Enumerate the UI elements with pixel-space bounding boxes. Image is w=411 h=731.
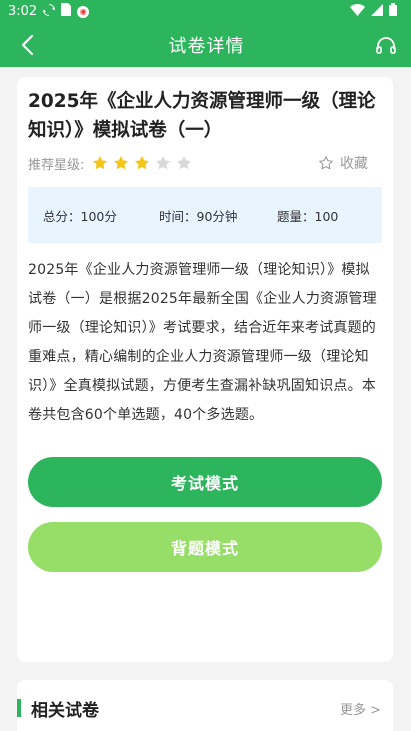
app-notification-icon: ◉ [77, 5, 90, 18]
star-empty-icon [177, 156, 192, 170]
headphones-button[interactable] [373, 32, 399, 58]
signal-icon [371, 3, 383, 20]
exam-description: 2025年《企业人力资源管理师一级（理论知识）》模拟试卷（一）是根据2025年最… [28, 262, 377, 423]
exam-time: 时间：90分钟 [159, 208, 238, 224]
chevron-left-icon [21, 34, 34, 56]
question-count: 题量：100 [277, 208, 339, 224]
status-time: 3:02 [8, 4, 38, 19]
status-bar: 3:02 ◉ [0, 0, 411, 23]
section-accent-bar [17, 699, 21, 717]
rating-row: 推荐星级: 收藏 [28, 151, 382, 175]
practice-mode-button[interactable]: 背题模式 [28, 522, 382, 572]
related-title: 相关试卷 [31, 700, 99, 721]
exam-detail-card: 2025年《企业人力资源管理师一级（理论知识）》模拟试卷（一） 推荐星级: 收藏… [17, 77, 393, 662]
star-empty-icon [156, 156, 171, 170]
favorite-button[interactable]: 收藏 [318, 153, 382, 173]
star-filled-icon [135, 156, 150, 170]
exam-title: 2025年《企业人力资源管理师一级（理论知识）》模拟试卷（一） [28, 91, 376, 141]
back-button[interactable] [14, 32, 40, 58]
more-link[interactable]: 更多 > [340, 699, 381, 718]
battery-icon [389, 3, 397, 20]
exam-mode-button[interactable]: 考试模式 [28, 457, 382, 507]
rating-label: 推荐星级: [28, 157, 85, 173]
total-score: 总分：100分 [43, 208, 117, 224]
star-outline-icon [319, 156, 333, 170]
favorite-label: 收藏 [340, 156, 368, 172]
sim-icon [61, 3, 72, 20]
exam-info-box: 总分：100分 时间：90分钟 题量：100 [28, 187, 382, 243]
wifi-icon [350, 3, 365, 20]
star-rating [92, 155, 192, 171]
sync-icon [42, 3, 57, 20]
related-exams-section: 相关试卷 更多 > [17, 680, 393, 731]
star-filled-icon [93, 156, 108, 170]
headphones-icon [376, 37, 396, 54]
page-title: 试卷详情 [168, 36, 245, 57]
nav-bar: 试卷详情 [0, 23, 411, 67]
star-filled-icon [114, 156, 129, 170]
